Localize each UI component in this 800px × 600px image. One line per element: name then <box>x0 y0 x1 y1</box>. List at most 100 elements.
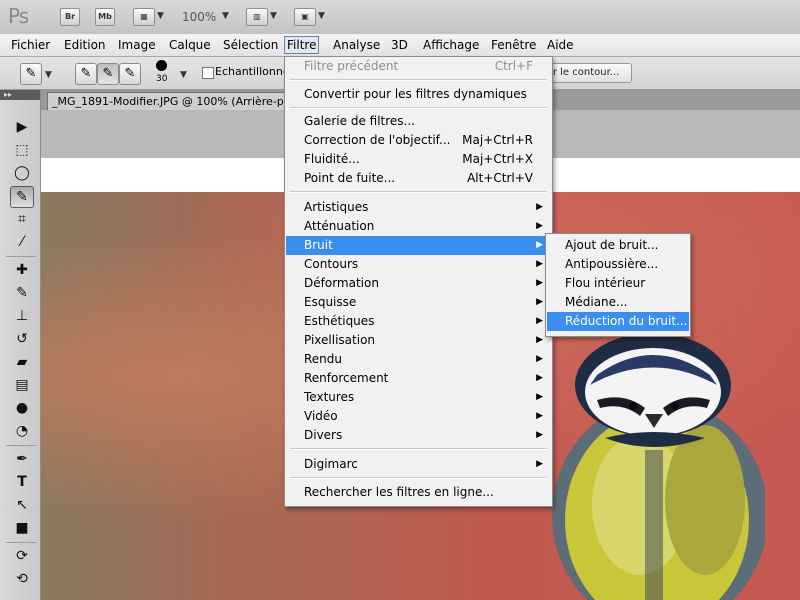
menu-divider <box>290 107 547 109</box>
dodge-tool-icon[interactable]: ◔ <box>11 421 33 441</box>
chevron-down-icon[interactable]: ▼ <box>222 11 229 21</box>
menu-affichage[interactable]: Affichage <box>421 37 481 53</box>
3d-orbit-tool-icon[interactable]: ⟲ <box>11 569 33 589</box>
brush-mode-3-icon[interactable]: ✎ <box>119 63 141 85</box>
noise-submenu: Ajout de bruit... Antipoussière... Flou … <box>545 233 691 337</box>
menu-item-digimarc[interactable]: Digimarc ▶ <box>286 455 551 474</box>
menu-item-pixellisation[interactable]: Pixellisation ▶ <box>286 331 551 350</box>
menu-analyse[interactable]: Analyse <box>331 37 382 53</box>
brush-mode-2-icon[interactable]: ✎ <box>97 63 119 85</box>
menu-item-lens-correction[interactable]: Correction de l'objectif... Maj+Ctrl+R <box>286 131 551 150</box>
chevron-down-icon[interactable]: ▼ <box>180 70 187 80</box>
menu-item-artistiques[interactable]: Artistiques ▶ <box>286 198 551 217</box>
menu-bar: Fichier Edition Image Calque Sélection F… <box>0 34 800 57</box>
menu-item-shortcut: Ctrl+F <box>494 59 533 73</box>
brush-tool-icon[interactable]: ✎ <box>11 283 33 303</box>
tools-panel-header[interactable]: ▸▸ <box>0 90 40 100</box>
submenu-item-reduce-noise[interactable]: Réduction du bruit... <box>547 312 689 331</box>
menu-item-label: Flou intérieur <box>565 276 646 290</box>
submenu-item-median[interactable]: Médiane... <box>547 293 689 312</box>
submenu-arrow-icon: ▶ <box>536 335 543 345</box>
bridge-button[interactable]: Br <box>60 8 80 26</box>
submenu-item-dust-scratches[interactable]: Antipoussière... <box>547 255 689 274</box>
submenu-arrow-icon: ▶ <box>536 278 543 288</box>
menu-filtre[interactable]: Filtre <box>284 36 320 54</box>
menu-item-bruit[interactable]: Bruit ▶ <box>286 236 551 255</box>
submenu-arrow-icon: ▶ <box>536 430 543 440</box>
submenu-arrow-icon: ▶ <box>536 221 543 231</box>
menu-item-browse-filters-online[interactable]: Rechercher les filtres en ligne... <box>286 483 551 502</box>
menu-item-contours[interactable]: Contours ▶ <box>286 255 551 274</box>
screen-mode-icon[interactable]: ▣ <box>294 8 316 26</box>
chevron-down-icon[interactable]: ▼ <box>157 11 164 21</box>
brush-size: 30 <box>156 74 168 84</box>
menu-item-esthetiques[interactable]: Esthétiques ▶ <box>286 312 551 331</box>
document-tab[interactable]: _MG_1891-Modifier.JPG @ 100% (Arrière-pl… <box>47 92 289 111</box>
healing-brush-tool-icon[interactable]: ✚ <box>11 260 33 280</box>
sample-checkbox[interactable] <box>202 67 214 79</box>
chevron-down-icon[interactable]: ▼ <box>45 70 52 80</box>
menu-divider <box>290 79 547 81</box>
tools-divider <box>6 542 36 543</box>
menu-item-textures[interactable]: Textures ▶ <box>286 388 551 407</box>
menu-item-video[interactable]: Vidéo ▶ <box>286 407 551 426</box>
submenu-item-despeckle[interactable]: Flou intérieur <box>547 274 689 293</box>
brush-preview-icon[interactable] <box>156 60 167 71</box>
eraser-tool-icon[interactable]: ▰ <box>11 352 33 372</box>
menu-fichier[interactable]: Fichier <box>9 37 52 53</box>
menu-3d[interactable]: 3D <box>389 37 410 53</box>
submenu-arrow-icon: ▶ <box>536 316 543 326</box>
menu-fenetre[interactable]: Fenêtre <box>489 37 538 53</box>
menu-item-label: Déformation <box>304 276 379 290</box>
zoom-level[interactable]: 100% <box>182 10 216 24</box>
menu-item-rendu[interactable]: Rendu ▶ <box>286 350 551 369</box>
menu-item-attenuation[interactable]: Atténuation ▶ <box>286 217 551 236</box>
arrange-documents-icon[interactable]: ▥ <box>246 8 268 26</box>
submenu-arrow-icon: ▶ <box>536 354 543 364</box>
pen-tool-icon[interactable]: ✒ <box>11 449 33 469</box>
menu-item-label: Convertir pour les filtres dynamiques <box>304 87 527 101</box>
3d-rotate-tool-icon[interactable]: ⟳ <box>11 546 33 566</box>
gradient-tool-icon[interactable]: ▤ <box>11 375 33 395</box>
submenu-item-add-noise[interactable]: Ajout de bruit... <box>547 236 689 255</box>
menu-item-deformation[interactable]: Déformation ▶ <box>286 274 551 293</box>
menu-item-divers[interactable]: Divers ▶ <box>286 426 551 445</box>
menu-item-filter-gallery[interactable]: Galerie de filtres... <box>286 112 551 131</box>
filter-menu: Filtre précédent Ctrl+F Convertir pour l… <box>284 56 553 507</box>
menu-item-renforcement[interactable]: Renforcement ▶ <box>286 369 551 388</box>
menu-item-smart-filters[interactable]: Convertir pour les filtres dynamiques <box>286 85 551 104</box>
path-selection-tool-icon[interactable]: ↖ <box>11 495 33 515</box>
menu-item-last-filter[interactable]: Filtre précédent Ctrl+F <box>286 57 551 76</box>
chevron-down-icon[interactable]: ▼ <box>270 11 277 21</box>
menu-item-label: Médiane... <box>565 295 628 309</box>
menu-aide[interactable]: Aide <box>545 37 576 53</box>
quick-selection-tool-icon[interactable]: ✎ <box>10 186 34 208</box>
clone-stamp-tool-icon[interactable]: ⊥ <box>11 306 33 326</box>
menu-item-esquisse[interactable]: Esquisse ▶ <box>286 293 551 312</box>
crop-tool-icon[interactable]: ⌗ <box>11 209 33 229</box>
menu-item-label: Pixellisation <box>304 333 376 347</box>
menu-item-liquify[interactable]: Fluidité... Maj+Ctrl+X <box>286 150 551 169</box>
mini-bridge-button[interactable]: Mb <box>95 8 115 26</box>
lasso-tool-icon[interactable]: ◯ <box>11 163 33 183</box>
blur-tool-icon[interactable]: ● <box>11 398 33 418</box>
menu-item-vanishing-point[interactable]: Point de fuite... Alt+Ctrl+V <box>286 169 551 188</box>
spot-healing-brush-icon[interactable]: ✎ <box>20 63 42 85</box>
menu-edition[interactable]: Edition <box>62 37 108 53</box>
marquee-tool-icon[interactable]: ⬚ <box>11 140 33 160</box>
menu-image[interactable]: Image <box>116 37 158 53</box>
extras-icon[interactable]: ▦ <box>133 8 155 26</box>
menu-divider <box>290 191 547 193</box>
menu-calque[interactable]: Calque <box>167 37 213 53</box>
shape-tool-icon[interactable]: ■ <box>11 518 33 538</box>
chevron-down-icon[interactable]: ▼ <box>318 11 325 21</box>
menu-selection[interactable]: Sélection <box>221 37 280 53</box>
brush-mode-1-icon[interactable]: ✎ <box>75 63 97 85</box>
move-tool-icon[interactable]: ▶ <box>11 117 33 137</box>
sample-label: Echantillonner <box>215 65 295 78</box>
history-brush-tool-icon[interactable]: ↺ <box>11 329 33 349</box>
menu-item-label: Réduction du bruit... <box>565 314 688 328</box>
application-bar: Ps Br Mb ▦ ▼ 100% ▼ ▥ ▼ ▣ ▼ <box>0 0 800 34</box>
eyedropper-tool-icon[interactable]: ⁄ <box>11 232 33 252</box>
type-tool-icon[interactable]: T <box>11 472 33 492</box>
